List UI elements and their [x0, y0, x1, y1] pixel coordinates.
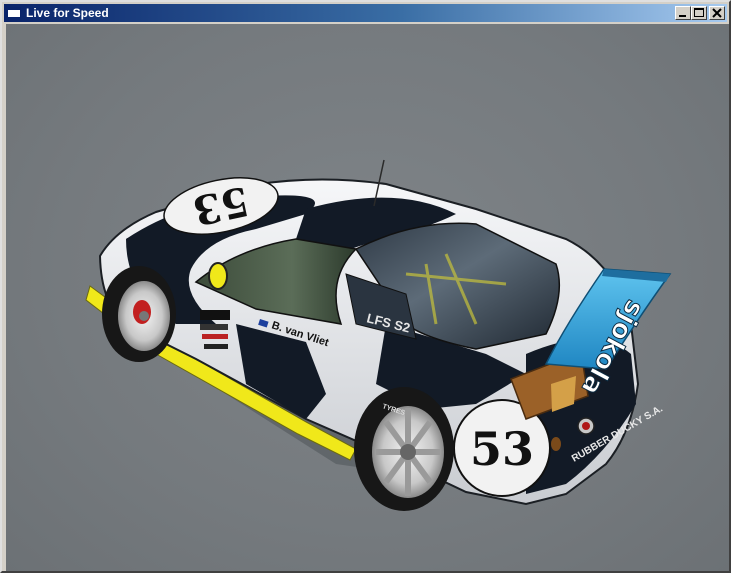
- app-window: Live for Speed 53 53 TYRES LFS S2 B. van…: [0, 0, 731, 573]
- side-mirror: [208, 262, 228, 290]
- minimize-icon: [679, 15, 686, 17]
- maximize-icon: [694, 8, 704, 17]
- close-icon: [712, 8, 722, 18]
- render-viewport[interactable]: 53 53 TYRES LFS S2 B. van Vliet RUBBER D…: [6, 24, 729, 571]
- window-title: Live for Speed: [26, 6, 109, 20]
- race-number: 53: [470, 422, 534, 476]
- minimize-button[interactable]: [675, 6, 691, 20]
- car-3d-render: 53 53 TYRES LFS S2 B. van Vliet RUBBER D…: [85, 159, 672, 511]
- exhaust: [551, 437, 561, 451]
- front-wheel: [102, 266, 176, 362]
- rear-wheel: [354, 387, 454, 511]
- title-bar[interactable]: Live for Speed: [4, 4, 727, 22]
- maximize-button[interactable]: [691, 6, 707, 20]
- tail-light-lens: [582, 422, 590, 430]
- window-icon[interactable]: [7, 7, 21, 18]
- close-button[interactable]: [709, 6, 725, 20]
